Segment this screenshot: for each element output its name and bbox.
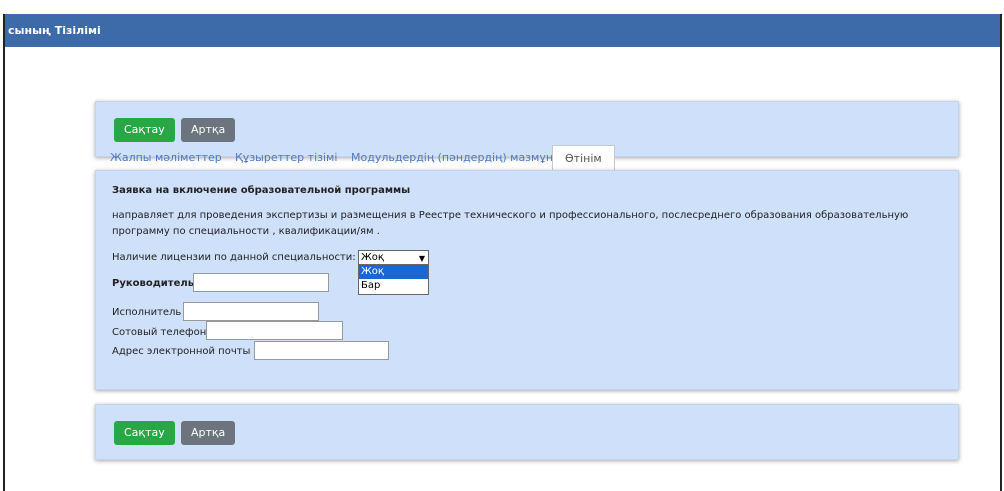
executor-input[interactable] bbox=[183, 302, 319, 321]
bottom-toolbar-panel: Сақтау Артқа bbox=[95, 404, 959, 460]
form-description-line1: направляет для проведения экспертизы и р… bbox=[112, 210, 909, 221]
license-option-yes[interactable]: Бар bbox=[359, 279, 428, 293]
email-label: Адрес электронной почты bbox=[112, 346, 251, 357]
phone-label: Сотовый телефон bbox=[112, 327, 207, 338]
tab-modules-content[interactable]: Модульдердің (пәндердің) мазмұны bbox=[351, 145, 562, 170]
form-description-line2: программу по специальности , квалификаци… bbox=[112, 226, 380, 237]
form-heading: Заявка на включение образовательной прог… bbox=[112, 185, 411, 196]
manager-input[interactable] bbox=[193, 273, 329, 292]
window-title: сының Тізілімі bbox=[8, 24, 101, 37]
license-select-value: Жоқ bbox=[361, 252, 384, 263]
license-dropdown: Жоқ Бар bbox=[358, 264, 429, 295]
app-window: сының Тізілімі Сақтау Артқа Жалпы мәліме… bbox=[3, 14, 1002, 491]
tab-competencies-list[interactable]: Құзыреттер тізімі bbox=[235, 145, 337, 170]
back-button-top[interactable]: Артқа bbox=[181, 118, 236, 142]
phone-input[interactable] bbox=[206, 321, 343, 340]
executor-label: Исполнитель bbox=[112, 307, 182, 318]
tab-bar: Жалпы мәліметтер Құзыреттер тізімі Модул… bbox=[95, 145, 959, 170]
window-title-bar: сының Тізілімі bbox=[5, 14, 1000, 47]
save-button-bottom[interactable]: Сақтау bbox=[114, 421, 175, 445]
license-select[interactable]: Жоқ ▼ bbox=[358, 250, 429, 265]
save-button-top[interactable]: Сақтау bbox=[114, 118, 175, 142]
back-button-bottom[interactable]: Артқа bbox=[181, 421, 236, 445]
manager-label: Руководитель bbox=[112, 278, 195, 289]
license-option-no[interactable]: Жоқ bbox=[359, 265, 428, 279]
email-input[interactable] bbox=[254, 341, 389, 360]
tab-application[interactable]: Өтінім bbox=[552, 145, 615, 170]
application-form-panel: Заявка на включение образовательной прог… bbox=[95, 170, 959, 390]
license-label: Наличие лицензии по данной специальности… bbox=[112, 252, 356, 263]
tab-general-info[interactable]: Жалпы мәліметтер bbox=[110, 145, 222, 170]
